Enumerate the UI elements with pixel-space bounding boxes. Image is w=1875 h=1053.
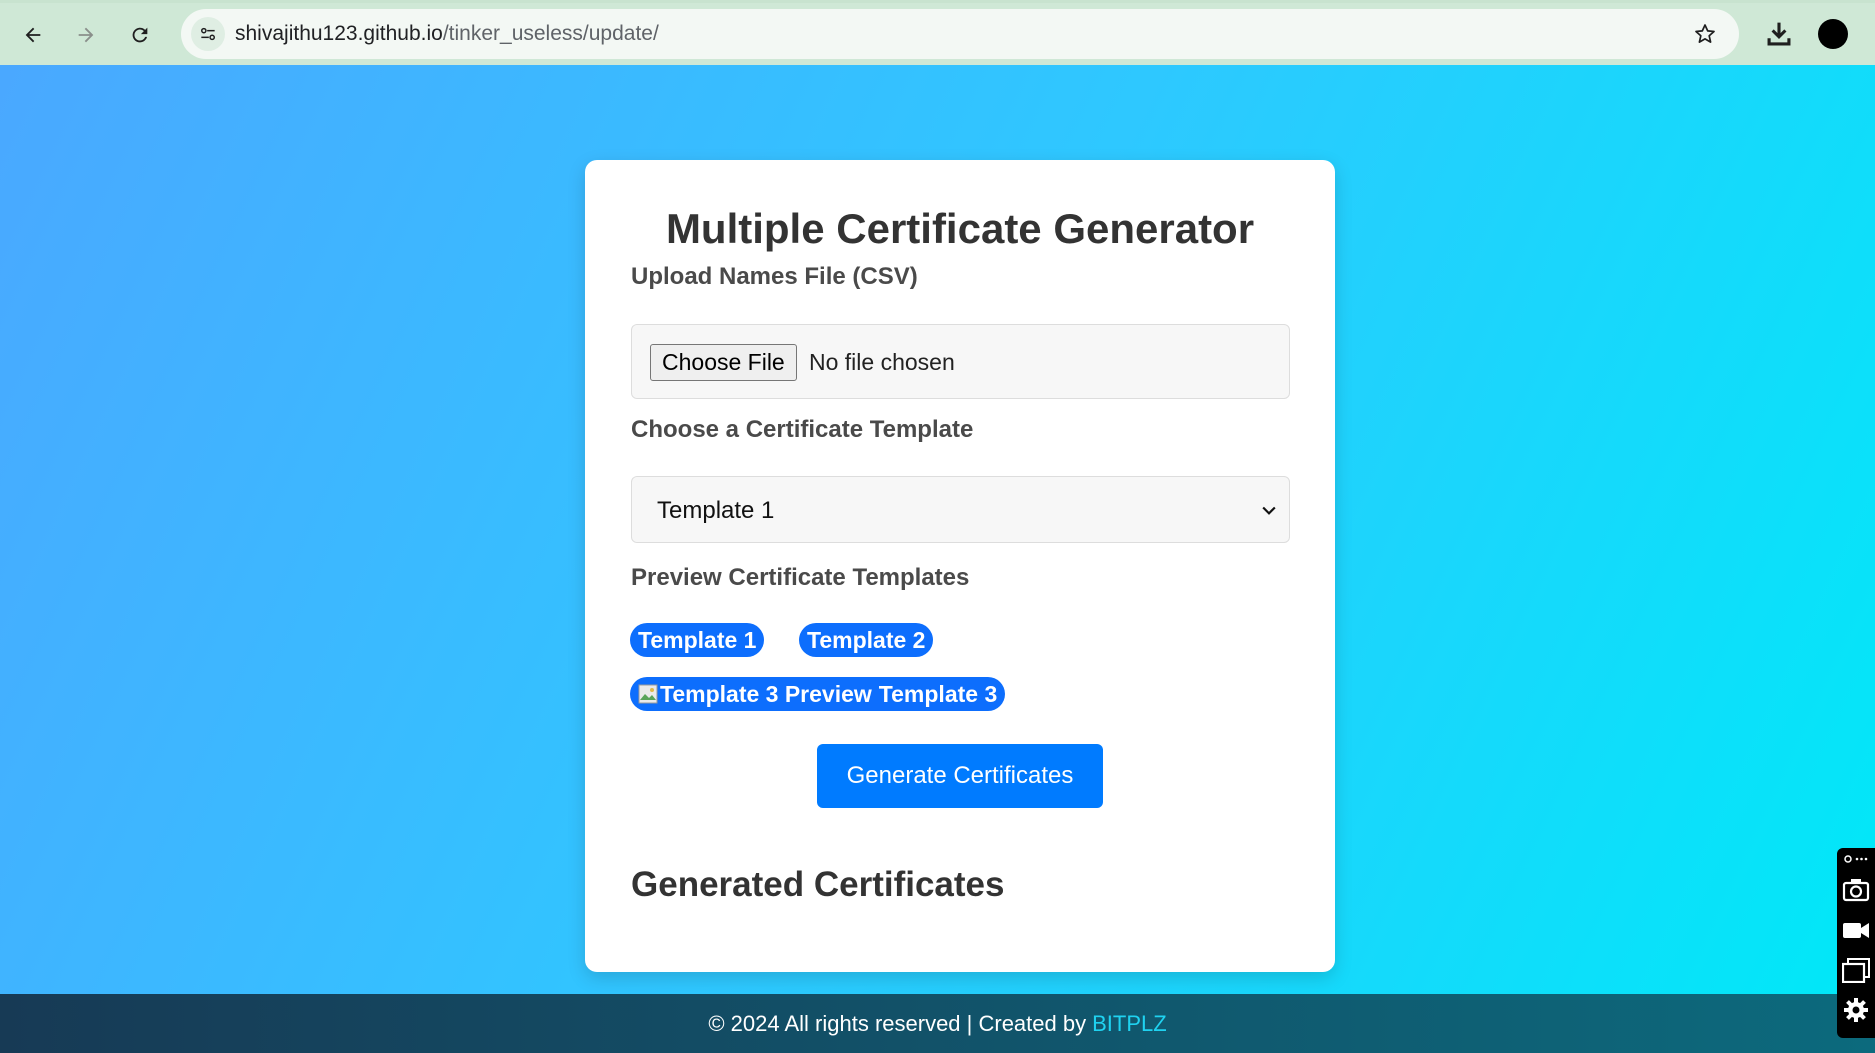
video-icon[interactable] <box>1841 916 1871 944</box>
url-host: shivajithu123.github.io <box>235 22 443 45</box>
back-button[interactable] <box>13 15 53 55</box>
generated-certificates-heading: Generated Certificates <box>631 865 1005 904</box>
chevron-down-icon <box>1262 506 1276 515</box>
page-background: Multiple Certificate Generator Upload Na… <box>0 65 1875 994</box>
footer-link[interactable]: BITPLZ <box>1092 1011 1167 1037</box>
browser-toolbar: shivajithu123.github.io/tinker_useless/u… <box>0 0 1875 65</box>
profile-icon[interactable] <box>1818 19 1848 49</box>
broken-image-icon <box>638 684 658 704</box>
generate-certificates-button[interactable]: Generate Certificates <box>817 744 1103 808</box>
forward-arrow-icon <box>78 27 94 43</box>
back-arrow-icon <box>25 27 41 43</box>
site-info-icon[interactable] <box>191 17 225 51</box>
star-icon[interactable] <box>1693 22 1717 46</box>
template-select-value: Template 1 <box>657 497 775 524</box>
window-capture-icon[interactable] <box>1841 956 1871 984</box>
footer: © 2024 All rights reserved | Created by … <box>0 994 1875 1053</box>
template-select[interactable]: Template 1 <box>631 476 1290 543</box>
upload-label: Upload Names File (CSV) <box>631 263 918 290</box>
csv-file-input[interactable]: Choose File No file chosen <box>631 324 1290 399</box>
template-3-preview-alt: Template 3 Preview <box>660 680 872 707</box>
reload-button[interactable] <box>120 15 160 55</box>
generator-card: Multiple Certificate Generator Upload Na… <box>585 160 1335 972</box>
preview-template-2-link[interactable]: Template 2 <box>799 623 934 657</box>
footer-text: © 2024 All rights reserved | Created by <box>708 1010 1087 1036</box>
address-bar[interactable]: shivajithu123.github.io/tinker_useless/u… <box>181 9 1739 59</box>
reload-icon <box>132 27 148 43</box>
settings-gear-icon[interactable] <box>1841 996 1871 1024</box>
url-text: shivajithu123.github.io/tinker_useless/u… <box>235 22 659 46</box>
capture-toolbar <box>1837 848 1875 1038</box>
page-title: Multiple Certificate Generator <box>665 205 1255 252</box>
template-3-preview-image: Template 3 Preview <box>638 681 872 708</box>
template-3-label: Template 3 <box>878 680 998 707</box>
choose-file-button[interactable]: Choose File <box>650 344 797 381</box>
url-path: /tinker_useless/update/ <box>442 22 659 45</box>
no-file-text: No file chosen <box>809 349 955 375</box>
more-options-icon[interactable] <box>1841 852 1871 866</box>
download-icon[interactable] <box>1762 17 1796 51</box>
preview-template-3-link[interactable]: Template 3 Preview Template 3 <box>630 677 1006 711</box>
preview-template-1-link[interactable]: Template 1 <box>630 623 765 657</box>
camera-icon[interactable] <box>1841 876 1871 904</box>
template-label: Choose a Certificate Template <box>631 416 974 443</box>
forward-button[interactable] <box>66 15 106 55</box>
preview-label: Preview Certificate Templates <box>631 564 970 591</box>
